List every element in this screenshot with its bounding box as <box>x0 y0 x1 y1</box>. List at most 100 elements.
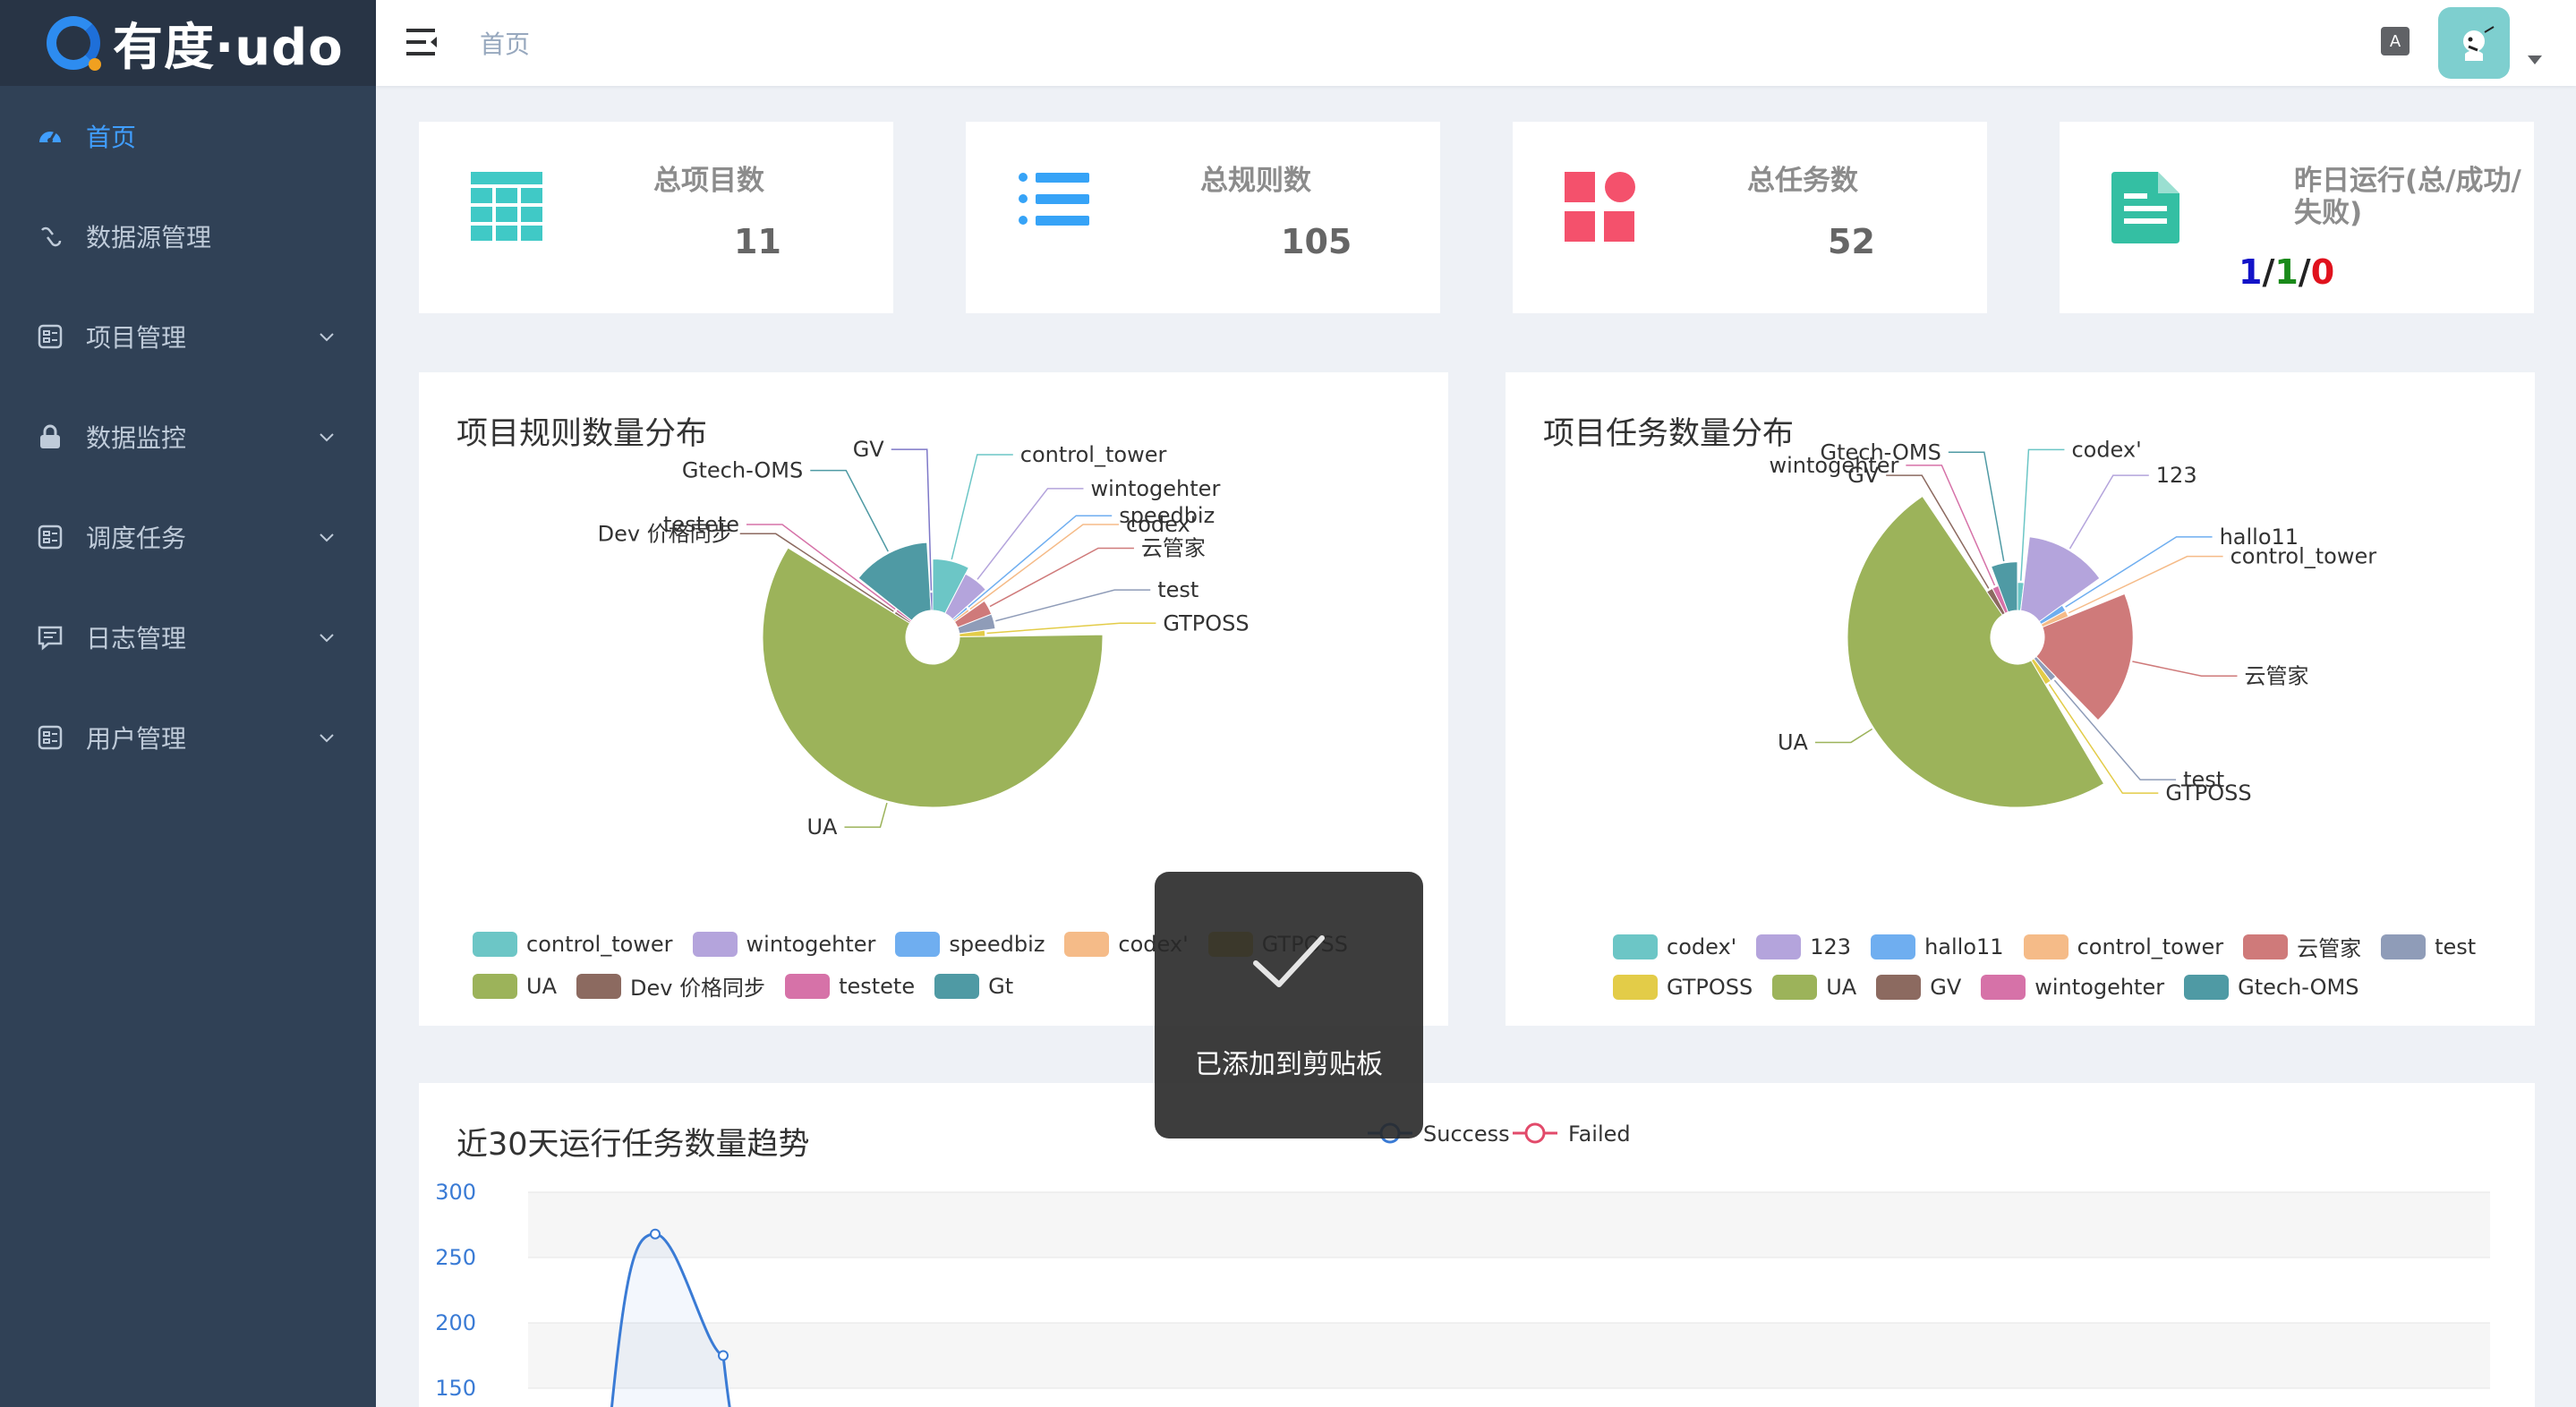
slice-label: control_tower <box>1020 442 1167 467</box>
legend-item[interactable]: Gtech-OMS <box>2184 975 2358 1000</box>
legend-label: test <box>2435 934 2477 959</box>
sidebar-item-3[interactable]: 数据监控 <box>0 387 376 487</box>
breadcrumb[interactable]: 首页 <box>480 25 530 61</box>
grid-band <box>528 1323 2490 1388</box>
legend-label: Gtech-OMS <box>2238 975 2359 1000</box>
data-point[interactable] <box>650 1228 661 1240</box>
chevron-down-icon[interactable] <box>2528 55 2542 64</box>
legend-item[interactable]: 云管家 <box>2243 931 2361 962</box>
sidebar-item-6[interactable]: 用户管理 <box>0 687 376 788</box>
sidebar-item-0[interactable]: 首页 <box>0 86 376 186</box>
chevron-down-icon <box>320 634 334 643</box>
hamburger-icon[interactable] <box>406 27 439 57</box>
legend-item[interactable]: UA <box>473 970 557 1003</box>
slice-label: UA <box>806 814 838 840</box>
grid-band <box>528 1258 2490 1323</box>
avatar[interactable] <box>2438 7 2510 79</box>
legend-item[interactable]: test <box>2381 931 2476 962</box>
shapes-icon <box>1565 172 1635 242</box>
sidebar-item-5[interactable]: 日志管理 <box>0 587 376 687</box>
table-icon <box>471 172 542 241</box>
legend-item[interactable]: 123 <box>1756 931 1851 962</box>
sidebar-item-label: 数据源管理 <box>86 223 212 252</box>
sidebar-item-1[interactable]: 数据源管理 <box>0 186 376 286</box>
lock-icon <box>36 422 64 451</box>
translate-icon[interactable]: A <box>2381 27 2410 55</box>
legend-swatch <box>895 931 941 957</box>
legend-item[interactable]: wintogehter <box>1981 975 2164 1000</box>
slice-label: 云管家 <box>2244 663 2308 688</box>
data-point[interactable] <box>718 1350 729 1361</box>
slice-label: GV <box>853 437 885 462</box>
sidebar-item-label: 首页 <box>86 123 137 152</box>
legend-label[interactable]: Success <box>1423 1121 1510 1147</box>
legend-swatch <box>473 931 517 957</box>
legend-label: control_tower <box>526 931 673 957</box>
legend-item[interactable]: hallo11 <box>1871 931 2004 962</box>
legend-swatch <box>934 973 980 999</box>
trend-panel: 近30天运行任务数量趋势 Success Failed 300 250 200 150 <box>419 1083 2535 1407</box>
stat-value: 11 <box>734 222 781 261</box>
top-navbar: 首页 A <box>376 0 2576 86</box>
chevron-down-icon <box>320 333 334 342</box>
chevron-down-icon <box>320 433 334 442</box>
stat-value: 105 <box>1281 222 1352 261</box>
run-success: 1 <box>2274 252 2299 292</box>
stat-card-yesterday-runs[interactable]: 昨日运行(总/成功/失败) 1/1/0 <box>2060 122 2534 313</box>
link-icon <box>36 222 64 251</box>
sidebar-item-4[interactable]: 调度任务 <box>0 487 376 587</box>
legend-swatch <box>1613 975 1658 1000</box>
stat-card-tasks[interactable]: 总任务数 52 <box>1513 122 1987 313</box>
legend-swatch <box>576 973 621 999</box>
slice-label: GTPOSS <box>1163 610 1249 635</box>
legend-label: speedbiz <box>949 931 1045 957</box>
slice-label: codex' <box>2071 437 2141 462</box>
legend-swatch <box>1756 934 1802 959</box>
logo-text: 有度·udo <box>113 18 344 77</box>
legend-item[interactable]: GTPOSS <box>1613 975 1753 1000</box>
legend-label: GTPOSS <box>1667 975 1753 1000</box>
label-line <box>1814 728 1873 744</box>
legend-item[interactable]: Dev 价格同步 <box>576 970 765 1003</box>
legend-item[interactable]: UA <box>1772 975 1856 1000</box>
legend-item[interactable]: control_tower <box>473 931 673 958</box>
slice-label: UA <box>1778 729 1809 755</box>
legend-item[interactable]: control_tower <box>2023 931 2223 962</box>
sidebar-item-2[interactable]: 项目管理 <box>0 286 376 387</box>
sidebar-item-label: 用户管理 <box>86 724 187 754</box>
separator: / <box>2262 252 2275 292</box>
app-logo[interactable]: 有度·udo <box>0 0 376 86</box>
legend-item[interactable]: codex' <box>1613 931 1736 962</box>
stat-title: 总规则数 <box>1200 165 1311 197</box>
legend-label[interactable]: Failed <box>1568 1121 1631 1147</box>
y-tick-label: 300 <box>435 1180 476 1205</box>
legend-label: UA <box>526 973 557 999</box>
rule-distribution-chart[interactable]: control_towerwintogehterspeedbizcodex'云管… <box>419 372 1448 874</box>
legend-swatch <box>2243 934 2289 959</box>
toast-message: 已添加到剪贴板 <box>1195 1049 1383 1080</box>
slice-label: 123 <box>2156 463 2197 488</box>
y-tick-label: 200 <box>435 1310 476 1335</box>
legend-swatch <box>692 931 738 957</box>
legend-label: 123 <box>1810 934 1852 959</box>
sidebar-item-label: 项目管理 <box>86 323 187 353</box>
task-distribution-chart[interactable]: codex'123hallo11control_tower云管家testGTPO… <box>1506 372 2535 874</box>
legend-item[interactable]: testete <box>785 970 915 1003</box>
legend-item[interactable]: GV <box>1876 975 1961 1000</box>
slice-label: test <box>1157 577 1198 602</box>
trend-chart[interactable]: Success Failed 300 250 200 150 <box>419 1083 2535 1407</box>
legend-label: testete <box>839 973 916 999</box>
legend-swatch <box>785 973 831 999</box>
legend-item[interactable]: speedbiz <box>895 931 1045 958</box>
stat-card-rules[interactable]: 总规则数 105 <box>966 122 1440 313</box>
legend-item[interactable]: wintogehter <box>692 931 875 958</box>
legend-item[interactable]: Gt <box>934 970 1013 1003</box>
legend-swatch <box>1613 934 1658 959</box>
stat-card-projects[interactable]: 总项目数 11 <box>419 122 893 313</box>
logo-icon <box>47 16 101 71</box>
stat-run-values: 1/1/0 <box>2239 252 2334 292</box>
copied-toast: 已添加到剪贴板 <box>1155 872 1423 1138</box>
legend-swatch <box>1772 975 1818 1000</box>
legend-label: hallo11 <box>1924 934 2004 959</box>
label-line <box>2068 555 2223 614</box>
